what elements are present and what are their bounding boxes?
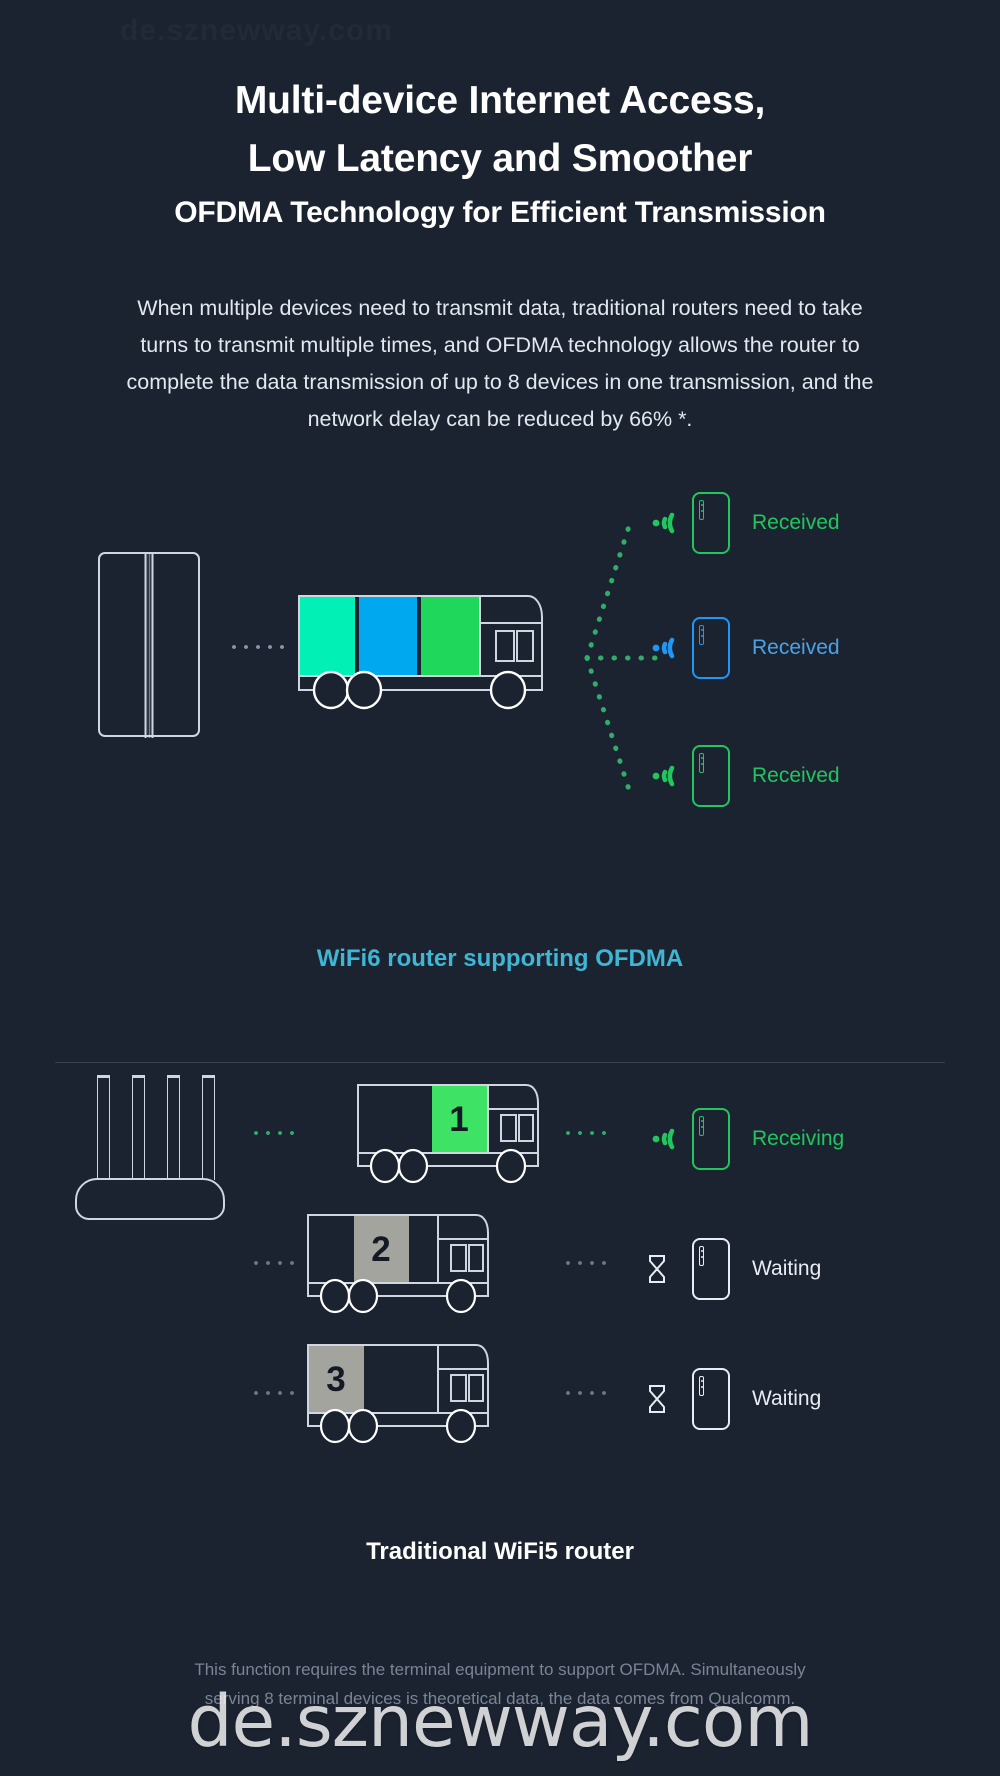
hourglass-icon — [646, 1384, 666, 1414]
wifi5-truck-1: 1 — [356, 1083, 544, 1184]
wifi5-truck-3: 3 — [306, 1343, 494, 1444]
wifi5-client-1-status: Receiving — [752, 1127, 845, 1150]
phone-camera-icon — [699, 1246, 704, 1266]
smartphone-icon — [692, 617, 730, 679]
truck-number-2: 2 — [371, 1230, 390, 1269]
wifi6-client-3: Received — [646, 745, 840, 807]
wifi-signal-icon — [646, 763, 676, 789]
wifi5-diagram: 1 Receiving 2 Waiting 3 Waiting — [0, 1075, 1000, 1465]
wifi6-client-1-status: Received — [752, 511, 840, 534]
wifi5-row-2: 2 Waiting — [0, 1185, 1000, 1314]
wifi-signal-icon — [646, 1126, 676, 1152]
page-title-line-2: Low Latency and Smoother — [247, 137, 753, 180]
truck-number-3: 3 — [326, 1360, 345, 1399]
bottom-watermark: de.sznewway.com — [187, 1680, 813, 1763]
wifi5-row-1: 1 Receiving — [0, 1055, 1000, 1184]
smartphone-icon — [692, 492, 730, 554]
router-hinge — [144, 553, 154, 738]
intro-paragraph: When multiple devices need to transmit d… — [126, 296, 874, 431]
truck-number-1: 1 — [449, 1100, 468, 1139]
phone-camera-icon — [699, 1376, 704, 1396]
top-watermark: de.sznewway.com — [120, 14, 393, 48]
dotted-link-router-truck-1 — [250, 1130, 302, 1136]
wifi5-truck-2: 2 — [306, 1213, 494, 1314]
wifi5-row-3: 3 Waiting — [0, 1315, 1000, 1444]
wifi6-client-3-status: Received — [752, 764, 840, 787]
wifi5-client-2-status: Waiting — [752, 1257, 822, 1280]
wifi5-caption: Traditional WiFi5 router — [366, 1538, 634, 1565]
wifi6-diagram: Received Received Received — [0, 480, 1000, 910]
dotted-link-truck-client-3 — [562, 1390, 614, 1396]
page-root: de.sznewway.com Multi-device Internet Ac… — [0, 0, 1000, 1776]
phone-camera-icon — [699, 625, 704, 645]
dotted-link-truck-client-1 — [562, 1130, 614, 1136]
phone-camera-icon — [699, 1116, 704, 1136]
hourglass-icon — [646, 1254, 666, 1284]
page-title-line-1: Multi-device Internet Access, — [234, 79, 766, 122]
heading-block: Multi-device Internet Access, Low Latenc… — [0, 72, 1000, 236]
wifi6-client-1: Received — [646, 492, 840, 554]
wifi6-router-icon — [98, 552, 200, 738]
wifi5-client-1: Receiving — [646, 1108, 844, 1170]
wifi-signal-icon — [646, 635, 676, 661]
wifi6-caption: WiFi6 router supporting OFDMA — [316, 945, 684, 972]
wifi5-client-3: Waiting — [646, 1368, 821, 1430]
phone-camera-icon — [699, 500, 704, 520]
page-subtitle: OFDMA Technology for Efficient Transmiss… — [174, 196, 826, 229]
phone-camera-icon — [699, 753, 704, 773]
wifi6-truck-icon — [296, 595, 554, 710]
wifi-signal-icon — [646, 510, 676, 536]
smartphone-icon — [692, 1108, 730, 1170]
smartphone-icon — [692, 1368, 730, 1430]
wifi6-client-2-status: Received — [752, 636, 840, 659]
dotted-link-router-truck-2 — [250, 1260, 302, 1266]
wifi6-client-2: Received — [646, 617, 840, 679]
dotted-link-truck-client-2 — [562, 1260, 614, 1266]
smartphone-icon — [692, 1238, 730, 1300]
dotted-link-router-truck-3 — [250, 1390, 302, 1396]
wifi5-client-2: Waiting — [646, 1238, 821, 1300]
dotted-link-router-truck — [228, 644, 290, 650]
smartphone-icon — [692, 745, 730, 807]
wifi5-client-3-status: Waiting — [752, 1387, 822, 1410]
